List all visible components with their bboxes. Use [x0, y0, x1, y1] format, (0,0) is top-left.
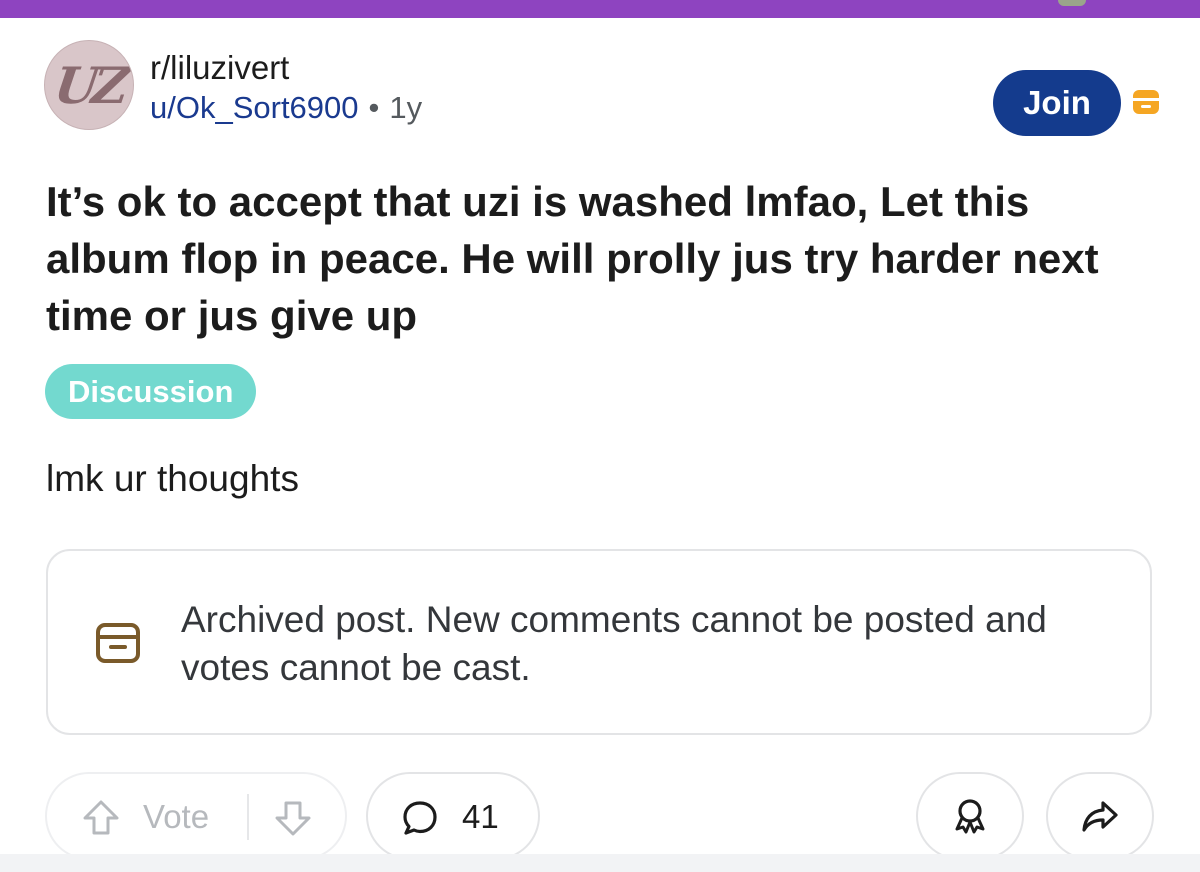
- archived-notice-text: Archived post. New comments cannot be po…: [181, 599, 1047, 688]
- post-body: lmk ur thoughts: [46, 458, 299, 499]
- vote-control: Vote: [45, 772, 347, 860]
- archive-icon: [96, 623, 140, 663]
- comment-bubble-icon: [403, 801, 437, 835]
- subreddit-avatar-icon[interactable]: UZ: [44, 40, 134, 130]
- post-title[interactable]: It’s ok to accept that uzi is washed lmf…: [46, 173, 1156, 344]
- archive-icon: [1133, 90, 1159, 114]
- archived-notice: Archived post. New comments cannot be po…: [46, 549, 1152, 735]
- author-name[interactable]: u/Ok_Sort6900: [150, 90, 359, 125]
- join-button[interactable]: Join: [993, 70, 1121, 136]
- vote-label: Vote: [143, 798, 210, 835]
- comments-button[interactable]: 41: [366, 772, 540, 860]
- flair-badge[interactable]: Discussion: [45, 364, 257, 419]
- arrow-down-icon[interactable]: [273, 798, 313, 838]
- post-card: UZ r/liluzivert u/Ok_Sort6900 • 1y Join It…: [0, 18, 1200, 860]
- post-meta: u/Ok_Sort6900 • 1y: [150, 89, 422, 127]
- vote-divider: [247, 794, 249, 840]
- share-arrow-icon: [1082, 801, 1118, 832]
- avatar-logo: UZ: [50, 55, 128, 115]
- bottom-divider: [0, 854, 1200, 872]
- subreddit-name[interactable]: r/liluzivert: [150, 48, 289, 88]
- top-header-bar: [0, 0, 1200, 18]
- award-icon: [955, 799, 985, 834]
- meta-separator: •: [368, 90, 380, 125]
- share-button[interactable]: [1046, 772, 1154, 860]
- arrow-up-icon[interactable]: [81, 798, 121, 838]
- award-button[interactable]: [916, 772, 1024, 860]
- comment-count: 41: [462, 798, 499, 835]
- header-decoration: [1058, 0, 1086, 6]
- post-age: 1y: [389, 90, 423, 125]
